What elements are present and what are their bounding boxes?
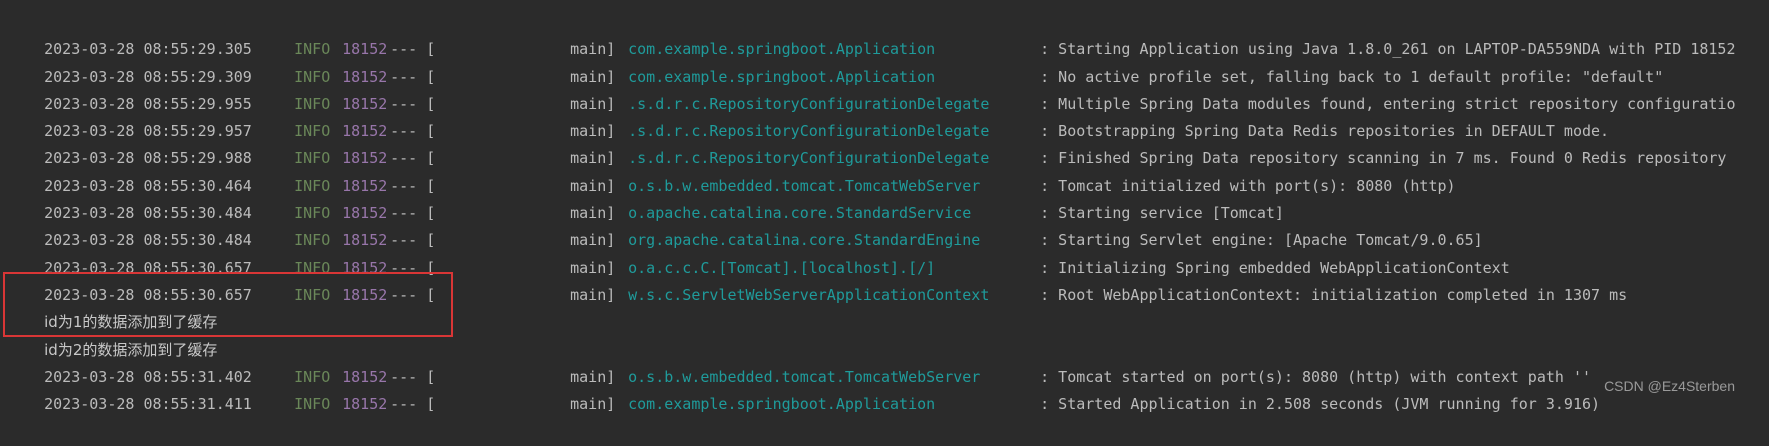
log-separator: --- [ <box>390 94 436 113</box>
log-timestamp: 2023-03-28 08:55:31.402 <box>44 367 252 386</box>
log-pid: 18152 <box>342 149 388 168</box>
log-message: : Root WebApplicationContext: initializa… <box>1040 285 1628 304</box>
log-thread: main] <box>570 94 616 113</box>
log-timestamp: 2023-03-28 08:55:30.484 <box>44 204 252 223</box>
log-separator: --- [ <box>390 231 436 250</box>
log-pid: 18152 <box>342 258 388 277</box>
log-level: INFO <box>294 367 331 386</box>
log-separator: --- [ <box>390 149 436 168</box>
log-message: : Bootstrapping Spring Data Redis reposi… <box>1040 122 1610 141</box>
log-timestamp: 2023-03-28 08:55:29.988 <box>44 149 252 168</box>
log-timestamp: 2023-03-28 08:55:30.464 <box>44 176 252 195</box>
log-thread: main] <box>570 176 616 195</box>
log-separator: --- [ <box>390 367 436 386</box>
log-pid: 18152 <box>342 122 388 141</box>
log-timestamp: 2023-03-28 08:55:29.309 <box>44 67 252 86</box>
log-timestamp: 2023-03-28 08:55:31.411 <box>44 395 252 414</box>
log-separator: --- [ <box>390 40 436 59</box>
log-level: INFO <box>294 285 331 304</box>
log-logger[interactable]: org.apache.catalina.core.StandardEngine <box>628 227 1040 254</box>
log-logger[interactable]: w.s.c.ServletWebServerApplicationContext <box>628 282 1040 309</box>
log-pid: 18152 <box>342 367 388 386</box>
log-timestamp: 2023-03-28 08:55:29.957 <box>44 122 252 141</box>
log-thread: main] <box>570 40 616 59</box>
log-message: : Starting Application using Java 1.8.0_… <box>1040 40 1736 59</box>
log-level: INFO <box>294 122 331 141</box>
log-message: : Started Application in 2.508 seconds (… <box>1040 395 1601 414</box>
stdout-line: id为2的数据添加到了缓存 <box>8 309 1769 359</box>
console-output[interactable]: 2023-03-28 08:55:29.305 INFO 18152 --- [mai… <box>8 9 1769 413</box>
log-pid: 18152 <box>342 204 388 223</box>
log-line: 2023-03-28 08:55:31.402 INFO 18152 --- [ mai… <box>8 337 1769 386</box>
log-level: INFO <box>294 67 331 86</box>
log-thread: main] <box>570 149 616 168</box>
log-timestamp: 2023-03-28 08:55:30.657 <box>44 258 252 277</box>
log-pid: 18152 <box>342 395 388 414</box>
log-level: INFO <box>294 204 331 223</box>
log-thread: main] <box>570 231 616 250</box>
log-logger[interactable]: o.s.b.w.embedded.tomcat.TomcatWebServer <box>628 173 1040 200</box>
log-timestamp: 2023-03-28 08:55:29.955 <box>44 94 252 113</box>
log-level: INFO <box>294 176 331 195</box>
log-logger[interactable]: o.a.c.c.C.[Tomcat].[localhost].[/] <box>628 255 1040 282</box>
log-level: INFO <box>294 395 331 414</box>
log-thread: main] <box>570 367 616 386</box>
log-timestamp: 2023-03-28 08:55:30.484 <box>44 231 252 250</box>
log-separator: --- [ <box>390 67 436 86</box>
log-message: : Tomcat initialized with port(s): 8080 … <box>1040 176 1456 195</box>
log-separator: --- [ <box>390 204 436 223</box>
log-logger[interactable]: .s.d.r.c.RepositoryConfigurationDelegate <box>628 145 1040 172</box>
log-timestamp: 2023-03-28 08:55:30.657 <box>44 285 252 304</box>
log-message: : Multiple Spring Data modules found, en… <box>1040 94 1736 113</box>
log-pid: 18152 <box>342 176 388 195</box>
log-message: : Starting Servlet engine: [Apache Tomca… <box>1040 231 1483 250</box>
log-timestamp: 2023-03-28 08:55:29.305 <box>44 40 252 59</box>
log-level: INFO <box>294 149 331 168</box>
stdout-text: id为1的数据添加到了缓存 <box>44 313 218 332</box>
log-thread: main] <box>570 285 616 304</box>
log-message: : Starting service [Tomcat] <box>1040 204 1284 223</box>
log-thread: main] <box>570 204 616 223</box>
log-message: : Finished Spring Data repository scanni… <box>1040 149 1727 168</box>
log-level: INFO <box>294 231 331 250</box>
log-separator: --- [ <box>390 176 436 195</box>
log-logger[interactable]: o.s.b.w.embedded.tomcat.TomcatWebServer <box>628 364 1040 391</box>
log-message: : Tomcat started on port(s): 8080 (http)… <box>1040 367 1592 386</box>
log-thread: main] <box>570 122 616 141</box>
log-line: 2023-03-28 08:55:29.305 INFO 18152 --- [ mai… <box>8 9 1769 58</box>
log-logger[interactable]: .s.d.r.c.RepositoryConfigurationDelegate <box>628 91 1040 118</box>
log-level: INFO <box>294 258 331 277</box>
log-thread: main] <box>570 395 616 414</box>
log-pid: 18152 <box>342 40 388 59</box>
log-thread: main] <box>570 67 616 86</box>
log-level: INFO <box>294 94 331 113</box>
log-message: : No active profile set, falling back to… <box>1040 67 1664 86</box>
log-logger[interactable]: com.example.springboot.Application <box>628 64 1040 91</box>
log-separator: --- [ <box>390 122 436 141</box>
log-pid: 18152 <box>342 231 388 250</box>
log-pid: 18152 <box>342 67 388 86</box>
watermark: CSDN @Ez4Sterben <box>1604 378 1735 394</box>
log-logger[interactable]: .s.d.r.c.RepositoryConfigurationDelegate <box>628 118 1040 145</box>
log-separator: --- [ <box>390 285 436 304</box>
log-level: INFO <box>294 40 331 59</box>
log-pid: 18152 <box>342 285 388 304</box>
stdout-text: id为2的数据添加到了缓存 <box>44 340 218 359</box>
log-logger[interactable]: com.example.springboot.Application <box>628 391 1040 418</box>
log-thread: main] <box>570 258 616 277</box>
log-message: : Initializing Spring embedded WebApplic… <box>1040 258 1510 277</box>
log-logger[interactable]: com.example.springboot.Application <box>628 36 1040 63</box>
log-pid: 18152 <box>342 94 388 113</box>
log-logger[interactable]: o.apache.catalina.core.StandardService <box>628 200 1040 227</box>
log-separator: --- [ <box>390 258 436 277</box>
log-separator: --- [ <box>390 395 436 414</box>
